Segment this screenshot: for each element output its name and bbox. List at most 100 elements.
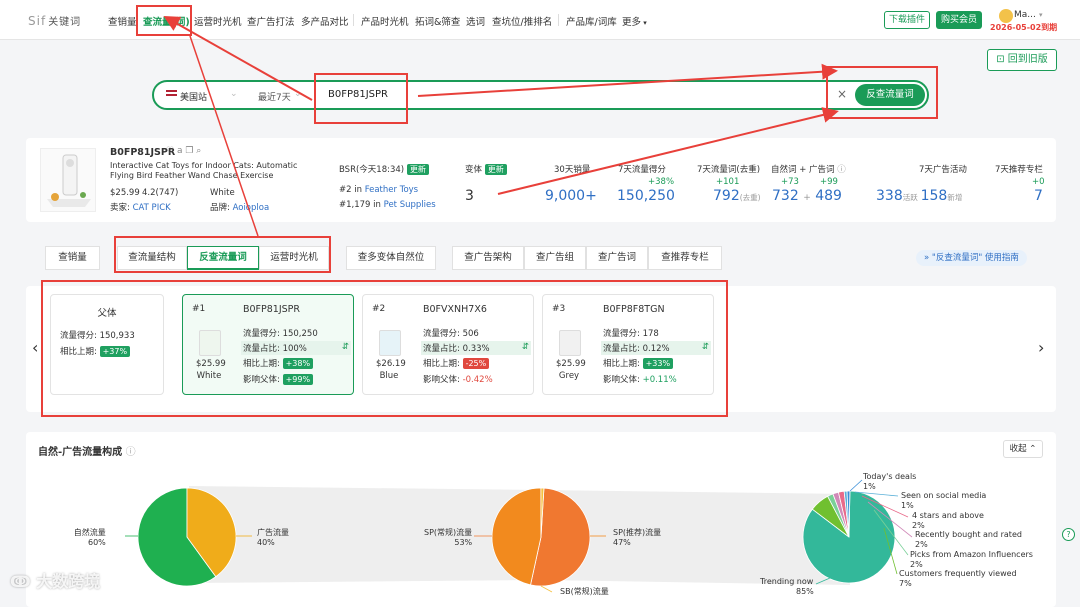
variant-index: #3 <box>552 304 566 314</box>
reverse-traffic-keywords-button[interactable]: 反查流量词 <box>855 84 925 106</box>
nav-product-library[interactable]: 产品库/词库 <box>566 14 617 28</box>
nav-divider <box>353 14 354 26</box>
product-info-panel: B0FP81JSPR ♡ a ❐ ⌕ Interactive Cat Toys … <box>26 138 1056 222</box>
bsr1-category[interactable]: Feather Toys <box>365 185 418 195</box>
variant-color: Blue <box>379 371 399 381</box>
pie1-label-ad: 广告流量 <box>257 528 289 537</box>
variant-asin[interactable]: B0FP8F8TGN <box>603 304 665 315</box>
natural-value: 732 <box>772 188 799 204</box>
nav-more[interactable]: 更多 ▾ <box>622 14 647 28</box>
variant-share: 0.12% <box>642 344 670 354</box>
amazon-icon[interactable]: a <box>177 146 183 156</box>
sales-value: 9,000+ <box>545 188 597 204</box>
change-badge: +33% <box>642 358 674 369</box>
back-to-old-version-button[interactable]: ⊡ 回到旧版 <box>987 49 1057 71</box>
tab-reverse-keywords[interactable]: 反查流量词 <box>187 246 259 270</box>
nav-traffic-keywords[interactable]: 查流量(词) <box>143 14 190 28</box>
username[interactable]: Ma... <box>1014 10 1036 20</box>
pie3-label-4stars: 4 stars and above <box>912 511 984 520</box>
variant-card[interactable]: #1 B0FP81JSPR $25.99 White 流量得分: 150,250 流量占比… <box>182 294 354 395</box>
pie-connector-band <box>189 486 541 583</box>
nav-product-time-machine[interactable]: 产品时光机 <box>361 14 409 28</box>
tab-recommend[interactable]: 查推荐专栏 <box>648 246 722 270</box>
nav-rank-position[interactable]: 查坑位/推排名 <box>492 14 552 28</box>
heart-icon[interactable]: ♡ <box>166 146 174 156</box>
watermark-icon: ↂ <box>10 572 37 591</box>
seller-link[interactable]: CAT PICK <box>133 203 171 213</box>
nav-sales[interactable]: 查销量 <box>108 14 137 28</box>
sif-logo[interactable]: Sif 关键词 <box>28 13 81 28</box>
pie-leader-line <box>540 585 553 593</box>
nav-time-machine[interactable]: 运营时光机 <box>194 14 242 28</box>
ad-activity-label: 7天广告活动 <box>919 165 967 175</box>
chevron-left-icon[interactable]: ‹ <box>32 338 38 357</box>
variant-score: 150,250 <box>282 329 318 339</box>
download-plugin-button[interactable]: 下载插件 <box>884 11 930 29</box>
help-float-icon[interactable]: ? <box>1062 528 1075 541</box>
nav-compare[interactable]: 多产品对比 <box>301 14 349 28</box>
tab-traffic-structure[interactable]: 查流量结构 <box>117 246 187 270</box>
variant-cards-panel: 父体 流量得分: 150,933 相比上期: +37% #1 B0FP81JSPR… <box>26 286 1056 412</box>
parent-card[interactable]: 父体 流量得分: 150,933 相比上期: +37% <box>50 294 164 395</box>
pie-leader-line <box>849 479 863 492</box>
search-bar: 美国站 ⌄ 最近7天 ⌄ B0FP81JSPR × 反查流量词 <box>152 80 929 110</box>
change-badge: -25% <box>462 358 490 369</box>
change-badge: +38% <box>282 358 314 369</box>
date-range-select[interactable]: 最近7天 <box>258 90 291 103</box>
nav-expand-words[interactable]: 拓词&筛查 <box>415 14 460 28</box>
copy-icon[interactable]: ❐ <box>185 146 193 156</box>
variant-color: Grey <box>558 371 580 381</box>
usage-guide-link[interactable]: » "反查流量词" 使用指南 <box>916 250 1027 266</box>
avatar[interactable] <box>999 9 1013 23</box>
tab-ad-words[interactable]: 查广告词 <box>586 246 648 270</box>
product-title[interactable]: Interactive Cat Toys for Indoor Cats: Au… <box>110 161 316 181</box>
variant-card[interactable]: #2 B0FVXNH7X6 $26.19 Blue 流量得分: 506 流量占比: 0.3… <box>362 294 534 395</box>
bsr1-rank: #2 <box>339 185 352 195</box>
clear-icon[interactable]: × <box>837 87 847 101</box>
impact-badge: +99% <box>282 374 314 385</box>
tab-ad-structure[interactable]: 查广告架构 <box>452 246 524 270</box>
pie3-label-frequently-viewed: Customers frequently viewed <box>899 569 1017 578</box>
variants-update-badge[interactable]: 更新 <box>484 164 507 175</box>
variant-image <box>559 330 581 356</box>
variant-asin[interactable]: B0FP81JSPR <box>243 304 300 315</box>
link-icon[interactable]: ⌕ <box>196 146 201 156</box>
variant-asin[interactable]: B0FVXNH7X6 <box>423 304 487 315</box>
sort-icon[interactable]: ⇵ <box>522 342 529 352</box>
tab-time-machine[interactable]: 运营时光机 <box>259 246 329 270</box>
pie3-label-trending: Trending now <box>760 577 814 586</box>
asin-search-input[interactable]: B0FP81JSPR <box>328 89 388 100</box>
impact-value: -0.42% <box>462 375 493 385</box>
brand-link[interactable]: Aoioploa <box>233 203 270 213</box>
sort-icon[interactable]: ⇵ <box>342 342 349 352</box>
chevron-right-icon[interactable]: › <box>1038 338 1044 357</box>
natural-change: +73 <box>781 177 799 187</box>
product-image <box>40 148 96 212</box>
variants-label: 变体 <box>465 165 483 175</box>
refresh-icon: ⊡ <box>996 54 1008 65</box>
pie3-label-influencers: Picks from Amazon Influencers <box>910 550 1033 559</box>
bsr-label: BSR(今天18:34) 更新 <box>339 163 429 175</box>
info-icon[interactable]: ⓘ <box>837 165 846 175</box>
tab-ad-group[interactable]: 查广告组 <box>524 246 586 270</box>
recommend-change: +0 <box>1032 177 1045 187</box>
active-value: 338 <box>876 188 903 204</box>
site-select[interactable]: 美国站 <box>180 90 207 103</box>
tab-sales[interactable]: 查销量 <box>45 246 100 270</box>
kw-label: 7天流量词(去重) <box>697 165 761 175</box>
nav-ad-strategy[interactable]: 查广告打法 <box>247 14 295 28</box>
recommend-value: 7 <box>1034 188 1043 204</box>
ad-value: 489 <box>815 188 842 204</box>
sort-icon[interactable]: ⇵ <box>702 342 709 352</box>
nav-select-words[interactable]: 选词 <box>466 14 485 28</box>
variant-score: 506 <box>462 329 479 339</box>
bsr2-category[interactable]: Pet Supplies <box>384 200 436 210</box>
buy-membership-button[interactable]: 购买会员 <box>936 11 982 29</box>
variant-price: $25.99 <box>196 359 226 369</box>
tab-variants-position[interactable]: 查多变体自然位 <box>346 246 436 270</box>
chevron-down-icon: ⌄ <box>230 89 238 99</box>
bsr-update-badge[interactable]: 更新 <box>406 164 429 175</box>
variant-card[interactable]: #3 B0FP8F8TGN $25.99 Grey 流量得分: 178 流量占比: 0.1… <box>542 294 714 395</box>
brand-label: 品牌: <box>210 203 230 213</box>
chevron-down-icon: ▾ <box>641 19 647 27</box>
